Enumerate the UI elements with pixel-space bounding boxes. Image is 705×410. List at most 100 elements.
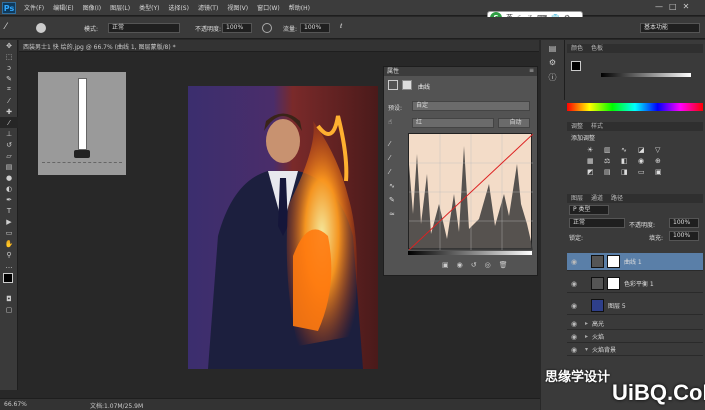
pressure-opacity-icon[interactable] xyxy=(262,23,272,33)
layer-row[interactable]: ◉ 曲线 1 xyxy=(567,253,703,271)
layer-row[interactable]: ◉ 色彩平衡 1 xyxy=(567,275,703,293)
lasso-tool-icon[interactable]: ↄ xyxy=(0,62,18,73)
healing-brush-tool-icon[interactable]: ✚ xyxy=(0,106,18,117)
menu-layer[interactable]: 图层(L) xyxy=(110,3,130,12)
type-tool-icon[interactable]: T xyxy=(0,205,18,216)
document-canvas[interactable] xyxy=(188,86,378,369)
spectrum-bar[interactable] xyxy=(567,103,703,111)
tab-styles[interactable]: 样式 xyxy=(591,122,603,131)
move-tool-icon[interactable]: ✥ xyxy=(0,40,18,51)
menu-filter[interactable]: 滤镜(T) xyxy=(198,3,218,12)
close-button[interactable]: ✕ xyxy=(683,2,690,11)
channel-mixer-icon[interactable]: ⊕ xyxy=(655,157,669,165)
gray-slider[interactable] xyxy=(601,73,691,77)
invert-icon[interactable]: ◩ xyxy=(587,168,601,176)
eyedropper-tool-icon[interactable]: ⁄ xyxy=(0,95,18,106)
fg-color-chip[interactable] xyxy=(571,61,581,71)
hue-saturation-icon[interactable]: ▦ xyxy=(587,157,601,165)
path-select-tool-icon[interactable]: ▶ xyxy=(0,216,18,227)
brush-preset-picker-icon[interactable] xyxy=(36,23,46,33)
airbrush-icon[interactable]: ℓ xyxy=(340,23,350,33)
opacity-input[interactable]: 100% xyxy=(222,23,252,33)
layer-row[interactable]: ◉ 图层 5 xyxy=(567,297,703,315)
tab-color[interactable]: 颜色 xyxy=(571,44,583,53)
gradient-tool-icon[interactable]: ▤ xyxy=(0,161,18,172)
zoom-tool-icon[interactable]: ⚲ xyxy=(0,249,18,260)
gradient-map-icon[interactable]: ▭ xyxy=(638,168,652,176)
eraser-tool-icon[interactable]: ▱ xyxy=(0,150,18,161)
crop-tool-icon[interactable]: ⌗ xyxy=(0,84,18,95)
visibility-eye-icon[interactable]: ◉ xyxy=(567,302,581,310)
menu-select[interactable]: 选择(S) xyxy=(168,3,189,12)
layer-mask-thumbnail[interactable] xyxy=(607,255,620,268)
layer-group-row[interactable]: ◉ ▸ 高光 xyxy=(567,318,703,330)
layer-group-row[interactable]: ◉ ▾ 火焰背景 xyxy=(567,344,703,356)
history-brush-tool-icon[interactable]: ↺ xyxy=(0,139,18,150)
layer-opacity-input[interactable]: 100% xyxy=(669,218,699,228)
gray-point-eyedropper-icon[interactable]: ⁄ xyxy=(389,151,399,165)
tab-adjustments[interactable]: 调整 xyxy=(571,122,583,131)
menu-view[interactable]: 视图(V) xyxy=(227,3,248,12)
curves-icon[interactable]: ∿ xyxy=(621,146,635,154)
dodge-tool-icon[interactable]: ◐ xyxy=(0,183,18,194)
visibility-icon[interactable]: ◎ xyxy=(485,261,491,269)
menu-window[interactable]: 窗口(W) xyxy=(257,3,280,12)
visibility-eye-icon[interactable]: ◉ xyxy=(567,320,581,328)
info-panel-icon[interactable]: ⓘ xyxy=(541,72,564,86)
photo-filter-icon[interactable]: ◉ xyxy=(638,157,652,165)
delete-icon[interactable]: 🗑 xyxy=(499,261,508,269)
white-point-eyedropper-icon[interactable]: ⁄ xyxy=(389,165,399,179)
visibility-eye-icon[interactable]: ◉ xyxy=(567,280,581,288)
mode-select[interactable]: 正常 xyxy=(108,23,180,33)
maximize-button[interactable]: □ xyxy=(669,2,677,11)
smooth-curve-icon[interactable]: ≈ xyxy=(389,207,399,221)
pencil-tool-icon[interactable]: ✎ xyxy=(389,193,399,207)
channel-select[interactable]: 红 xyxy=(412,118,494,128)
clip-to-layer-icon[interactable]: ▣ xyxy=(442,261,449,269)
hand-tool-icon[interactable]: ✋ xyxy=(0,238,18,249)
exposure-icon[interactable]: ◪ xyxy=(638,146,652,154)
panel-menu-icon[interactable]: ≡ xyxy=(529,67,534,74)
preset-select[interactable]: 自定 xyxy=(412,101,530,111)
foreground-color[interactable] xyxy=(3,273,13,283)
zoom-level[interactable]: 66.67% xyxy=(4,401,27,408)
clone-stamp-tool-icon[interactable]: ⊥ xyxy=(0,128,18,139)
curves-graph[interactable] xyxy=(408,133,534,251)
marquee-tool-icon[interactable]: ⬚ xyxy=(0,51,18,62)
tab-channels[interactable]: 通道 xyxy=(591,194,603,203)
blur-tool-icon[interactable]: ● xyxy=(0,172,18,183)
target-adjust-icon[interactable]: ☝ xyxy=(388,118,392,126)
mask-icon[interactable] xyxy=(402,80,412,90)
black-white-icon[interactable]: ◧ xyxy=(621,157,635,165)
visibility-eye-icon[interactable]: ◉ xyxy=(567,333,581,341)
quick-mask-icon[interactable]: ◘ xyxy=(0,293,18,304)
history-panel-icon[interactable]: ▤ xyxy=(541,44,564,58)
selective-color-icon[interactable]: ▣ xyxy=(655,168,669,176)
auto-button[interactable]: 自动 xyxy=(498,118,530,128)
menu-help[interactable]: 帮助(H) xyxy=(289,3,310,12)
tab-layers[interactable]: 图层 xyxy=(571,194,583,203)
shape-tool-icon[interactable]: ▭ xyxy=(0,227,18,238)
threshold-icon[interactable]: ◨ xyxy=(621,168,635,176)
more-tools-icon[interactable]: … xyxy=(0,260,18,271)
quick-select-tool-icon[interactable]: ✎ xyxy=(0,73,18,84)
menu-file[interactable]: 文件(F) xyxy=(24,3,44,12)
reset-icon[interactable]: ↺ xyxy=(471,261,477,269)
layer-mask-thumbnail[interactable] xyxy=(607,277,620,290)
screen-mode-icon[interactable]: ▢ xyxy=(0,304,18,315)
kind-filter-select[interactable]: P 类型 xyxy=(569,205,609,215)
levels-icon[interactable]: ▥ xyxy=(604,146,618,154)
black-point-eyedropper-icon[interactable]: ⁄ xyxy=(389,137,399,151)
pen-tool-icon[interactable]: ✒ xyxy=(0,194,18,205)
menu-type[interactable]: 类型(Y) xyxy=(139,3,159,12)
curve-point-tool-icon[interactable]: ∿ xyxy=(389,179,399,193)
tab-swatches[interactable]: 色板 xyxy=(591,44,603,53)
layer-group-row[interactable]: ◉ ▸ 火焰 xyxy=(567,331,703,343)
fill-input[interactable]: 100% xyxy=(669,231,699,241)
document-tab[interactable]: 西装男士1 快 绘的.jpg @ 66.7% (曲线 1, 图层蒙版/8) * xyxy=(19,40,539,52)
minimize-button[interactable]: — xyxy=(655,2,663,11)
color-balance-icon[interactable]: ⚖ xyxy=(604,157,618,165)
view-previous-icon[interactable]: ◉ xyxy=(457,261,463,269)
properties-panel-icon[interactable]: ⚙ xyxy=(541,58,564,72)
visibility-eye-icon[interactable]: ◉ xyxy=(567,258,581,266)
